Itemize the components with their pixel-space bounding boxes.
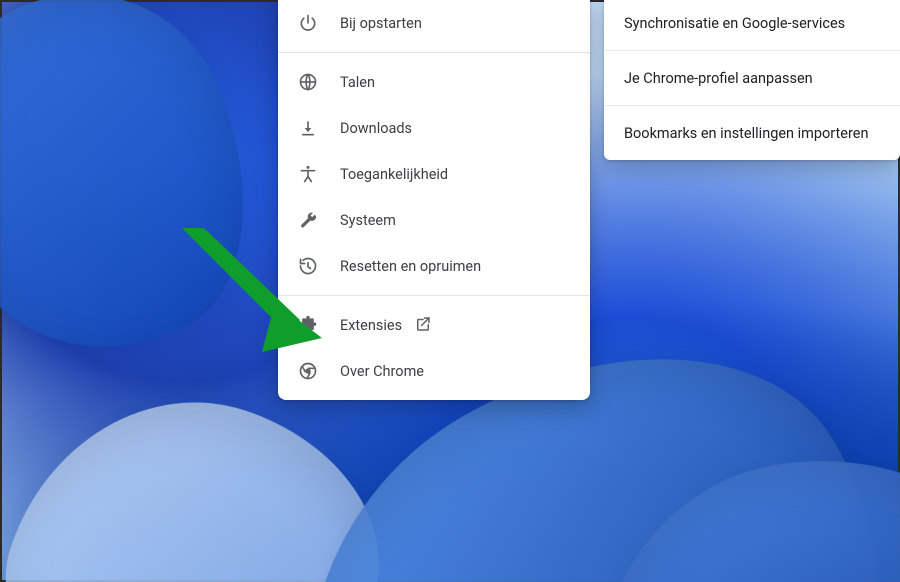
desktop-background: Bij opstarten Talen Downloads Toegankeli…: [0, 0, 900, 582]
sidebar-item-label: Systeem: [340, 212, 396, 229]
sidebar-item-reset[interactable]: Resetten en opruimen: [278, 243, 590, 289]
sidebar-item-label: Toegankelijkheid: [340, 166, 448, 183]
sidebar-item-about[interactable]: Over Chrome: [278, 348, 590, 394]
sidebar-item-label: Talen: [340, 74, 375, 91]
open-external-icon: [414, 315, 434, 335]
download-icon: [296, 116, 320, 140]
flyout-item-import[interactable]: Bookmarks en instellingen importeren: [604, 106, 900, 160]
flyout-item-profile[interactable]: Je Chrome-profiel aanpassen: [604, 51, 900, 105]
divider: [278, 295, 590, 296]
sidebar-item-languages[interactable]: Talen: [278, 59, 590, 105]
flyout-item-label: Je Chrome-profiel aanpassen: [624, 70, 813, 87]
sidebar-item-label: Downloads: [340, 120, 412, 137]
sidebar-item-label: Bij opstarten: [340, 15, 422, 32]
sidebar-item-startup[interactable]: Bij opstarten: [278, 0, 590, 46]
accessibility-icon: [296, 162, 320, 186]
power-icon: [296, 11, 320, 35]
flyout-item-label: Bookmarks en instellingen importeren: [624, 125, 868, 142]
sidebar-item-system[interactable]: Systeem: [278, 197, 590, 243]
flyout-item-label: Synchronisatie en Google-services: [624, 15, 845, 32]
history-icon: [296, 254, 320, 278]
sidebar-item-downloads[interactable]: Downloads: [278, 105, 590, 151]
flyout-item-sync[interactable]: Synchronisatie en Google-services: [604, 0, 900, 50]
settings-sidebar: Bij opstarten Talen Downloads Toegankeli…: [278, 0, 590, 400]
sidebar-item-label: Resetten en opruimen: [340, 258, 481, 275]
sidebar-item-extensions[interactable]: Extensies: [278, 302, 590, 348]
puzzle-icon: [296, 313, 320, 337]
sidebar-item-label: Extensies: [340, 317, 402, 334]
wrench-icon: [296, 208, 320, 232]
chrome-icon: [296, 359, 320, 383]
sidebar-item-accessibility[interactable]: Toegankelijkheid: [278, 151, 590, 197]
sidebar-item-label: Over Chrome: [340, 363, 424, 380]
settings-flyout: Synchronisatie en Google-services Je Chr…: [604, 0, 900, 160]
divider: [278, 52, 590, 53]
wallpaper-shape: [0, 0, 304, 399]
globe-icon: [296, 70, 320, 94]
